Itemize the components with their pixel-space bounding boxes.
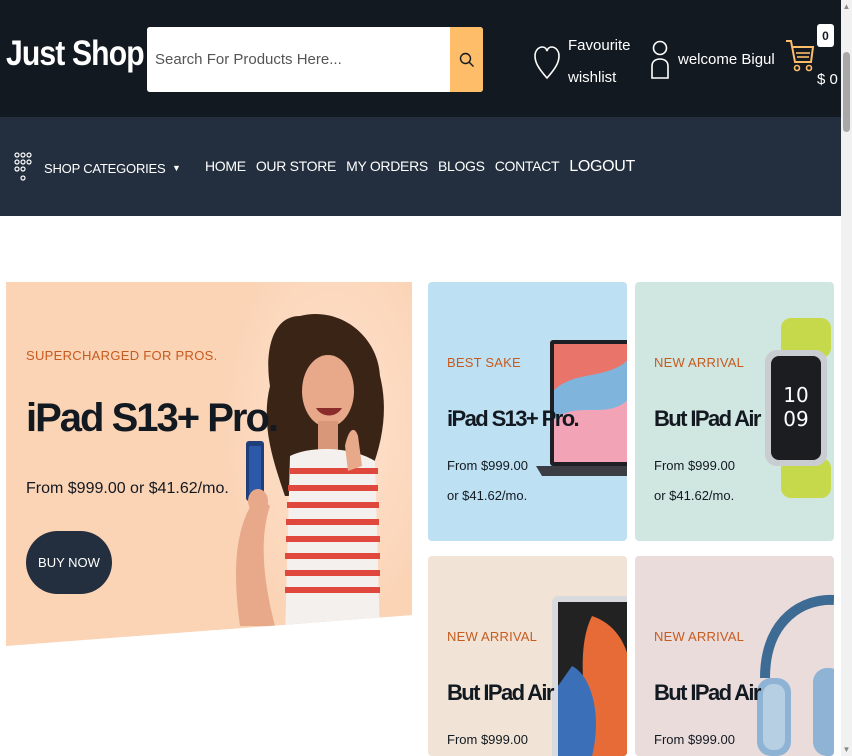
wishlist-line2: wishlist bbox=[568, 69, 617, 86]
site-logo[interactable]: Just Shop bbox=[6, 34, 145, 74]
cart-icon bbox=[786, 40, 815, 72]
nav-logout[interactable]: LOGOUT bbox=[569, 158, 635, 176]
product-tag: NEW ARRIVAL bbox=[447, 629, 538, 644]
cart-total: $ 0 bbox=[817, 71, 838, 88]
product-name: But IPad Air bbox=[654, 406, 761, 431]
nav-our-store[interactable]: OUR STORE bbox=[256, 158, 337, 176]
svg-text:10: 10 bbox=[783, 383, 808, 407]
product-card[interactable]: BEST SAKE iPad S13+ Pro. From $999.00 or… bbox=[428, 282, 627, 541]
headphones-image bbox=[757, 594, 834, 756]
product-card[interactable]: NEW ARRIVAL But IPad Air From $999.00 bbox=[428, 556, 627, 756]
main-nav: SHOP CATEGORIES ▼ HOME OUR STORE MY ORDE… bbox=[0, 117, 841, 216]
search-icon bbox=[459, 52, 474, 67]
product-tag: NEW ARRIVAL bbox=[654, 629, 745, 644]
product-name: But IPad Air bbox=[447, 680, 554, 705]
user-icon bbox=[651, 40, 669, 79]
account-link[interactable]: welcome Bigul bbox=[650, 38, 775, 80]
search-button[interactable] bbox=[450, 27, 483, 92]
top-header: Just Shop Favourite wishlist welcome Big… bbox=[0, 0, 841, 117]
product-card[interactable]: 10 09 NEW ARRIVAL But IPad Air From $999… bbox=[635, 282, 834, 541]
search-bar bbox=[147, 27, 483, 92]
hero-title: iPad S13+ Pro. bbox=[26, 396, 279, 440]
buy-now-button[interactable]: BUY NOW bbox=[26, 531, 112, 594]
nav-home[interactable]: HOME bbox=[205, 158, 246, 176]
product-name: But IPad Air bbox=[654, 680, 761, 705]
product-name: iPad S13+ Pro. bbox=[447, 406, 580, 431]
heart-icon bbox=[534, 46, 560, 80]
tablet-image bbox=[552, 596, 627, 756]
hero-banner: SUPERCHARGED FOR PROS. iPad S13+ Pro. Fr… bbox=[6, 282, 412, 646]
search-input[interactable] bbox=[147, 27, 449, 92]
scroll-down-icon[interactable]: ▼ bbox=[842, 745, 851, 754]
product-price: From $999.00 bbox=[654, 732, 735, 747]
model-holding-phone-image bbox=[236, 314, 384, 636]
product-monthly-price: or $41.62/mo. bbox=[654, 488, 735, 503]
scroll-thumb[interactable] bbox=[843, 52, 850, 132]
nav-contact[interactable]: CONTACT bbox=[495, 158, 560, 176]
nav-menu: HOME OUR STORE MY ORDERS BLOGS CONTACT L… bbox=[205, 158, 645, 176]
nav-blogs[interactable]: BLOGS bbox=[438, 158, 485, 176]
product-card[interactable]: NEW ARRIVAL But IPad Air From $999.00 bbox=[635, 556, 834, 756]
page-scrollbar[interactable]: ▲ ▼ bbox=[841, 0, 852, 756]
wishlist-line1: Favourite bbox=[568, 37, 631, 54]
product-price: From $999.00 bbox=[447, 732, 528, 747]
grid-dots-icon bbox=[14, 152, 32, 181]
svg-text:09: 09 bbox=[783, 407, 808, 431]
smartwatch-image: 10 09 bbox=[765, 318, 831, 498]
chevron-down-icon[interactable]: ▼ bbox=[172, 163, 181, 173]
cart-count-badge: 0 bbox=[817, 24, 834, 47]
scroll-up-icon[interactable]: ▲ bbox=[842, 2, 851, 11]
shop-categories-label: SHOP CATEGORIES bbox=[44, 160, 166, 176]
shop-categories-dropdown[interactable]: SHOP CATEGORIES bbox=[14, 151, 166, 185]
product-monthly-price: or $41.62/mo. bbox=[447, 488, 528, 503]
product-price: From $999.00 bbox=[447, 458, 528, 473]
product-price: From $999.00 bbox=[654, 458, 735, 473]
welcome-text: welcome Bigul bbox=[678, 50, 775, 68]
product-tag: BEST SAKE bbox=[447, 355, 521, 370]
hero-price: From $999.00 or $41.62/mo. bbox=[26, 480, 229, 497]
hero-subtitle: SUPERCHARGED FOR PROS. bbox=[26, 348, 218, 363]
product-tag: NEW ARRIVAL bbox=[654, 355, 745, 370]
nav-my-orders[interactable]: MY ORDERS bbox=[346, 158, 428, 176]
wishlist-link[interactable]: Favourite wishlist bbox=[534, 30, 631, 94]
cart-link[interactable]: 0 $ 0 bbox=[785, 24, 841, 94]
